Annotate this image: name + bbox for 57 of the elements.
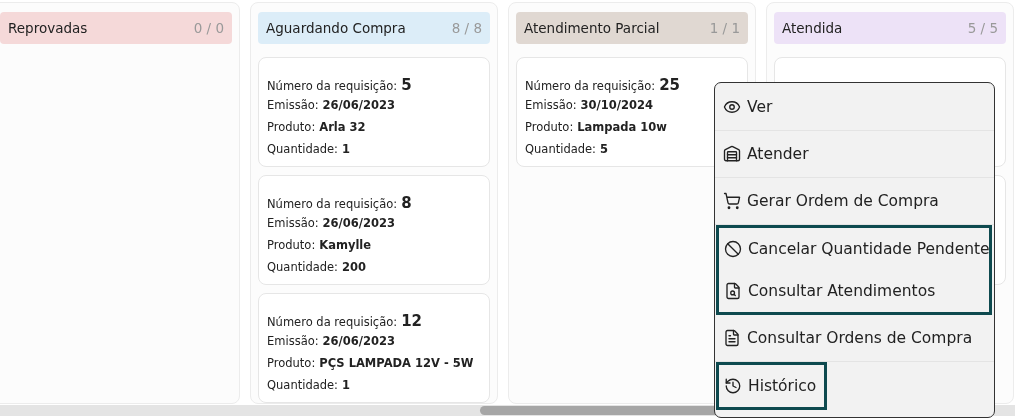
product-name: PÇS LAMPADA 12V - 5W	[319, 356, 474, 370]
field-label: Quantidade:	[267, 142, 338, 156]
emission-date: 26/06/2023	[322, 98, 396, 112]
emission-date: 30/10/2024	[580, 98, 654, 112]
quantity-value: 1	[342, 378, 350, 392]
field-label: Produto:	[267, 356, 316, 370]
emission-date: 26/06/2023	[322, 334, 396, 348]
product-name: Arla 32	[319, 120, 366, 134]
field-label: Emissão:	[267, 98, 319, 112]
menu-item[interactable]: Histórico	[719, 365, 825, 407]
field-label: Número da requisição:	[267, 79, 398, 93]
column-title: Atendimento Parcial	[524, 20, 660, 36]
column-count: 8 / 8	[451, 20, 482, 36]
request-number: 8	[401, 194, 412, 212]
product-name: Lampada 10w	[577, 120, 667, 134]
request-card[interactable]: Número da requisição: 8 Emissão: 26/06/2023 Produto: Kamylle Quantidade: 200	[258, 175, 490, 285]
cart-icon	[723, 192, 741, 210]
request-number: 25	[659, 76, 680, 94]
document-icon	[723, 329, 741, 347]
history-icon	[724, 377, 742, 395]
product-name: Kamylle	[319, 238, 372, 252]
column-title: Atendida	[782, 20, 843, 36]
document-search-icon	[724, 282, 742, 300]
menu-item[interactable]: Atender	[715, 131, 994, 178]
menu-item[interactable]: Ver	[715, 84, 994, 131]
column-title: Aguardando Compra	[266, 20, 406, 36]
field-label: Número da requisição:	[525, 79, 656, 93]
field-label: Produto:	[525, 120, 574, 134]
warehouse-icon	[723, 145, 741, 163]
request-card[interactable]: Número da requisição: 5 Emissão: 26/06/2023 Produto: Arla 32 Quantidade: 1	[258, 57, 490, 167]
column-count: 0 / 0	[193, 20, 224, 36]
menu-item[interactable]: Consultar Atendimentos	[719, 270, 989, 312]
menu-item[interactable]: Consultar Ordens de Compra	[715, 315, 994, 362]
field-label: Emissão:	[525, 98, 577, 112]
field-label: Quantidade:	[267, 378, 338, 392]
request-number: 5	[401, 76, 412, 94]
column-count: 1 / 1	[709, 20, 740, 36]
field-label: Emissão:	[267, 216, 319, 230]
field-label: Número da requisição:	[267, 315, 398, 329]
request-card[interactable]: Número da requisição: 12 Emissão: 26/06/2023 Produto: PÇS LAMPADA 12V - 5W Quantidade: 1	[258, 293, 490, 403]
quantity-value: 1	[342, 142, 350, 156]
quantity-value: 200	[342, 260, 366, 274]
column-title: Reprovadas	[8, 20, 88, 36]
request-number: 12	[401, 312, 422, 330]
field-label: Número da requisição:	[267, 197, 398, 211]
field-label: Produto:	[267, 238, 316, 252]
eye-icon	[723, 98, 741, 116]
emission-date: 26/06/2023	[322, 216, 396, 230]
field-label: Quantidade:	[267, 260, 338, 274]
menu-item[interactable]: Cancelar Quantidade Pendente	[719, 228, 989, 270]
column-count: 5 / 5	[967, 20, 998, 36]
menu-item[interactable]: Gerar Ordem de Compra	[715, 178, 994, 225]
prohibited-icon	[724, 240, 742, 258]
field-label: Quantidade:	[525, 142, 596, 156]
quantity-value: 5	[600, 142, 608, 156]
field-label: Produto:	[267, 120, 316, 134]
field-label: Emissão:	[267, 334, 319, 348]
